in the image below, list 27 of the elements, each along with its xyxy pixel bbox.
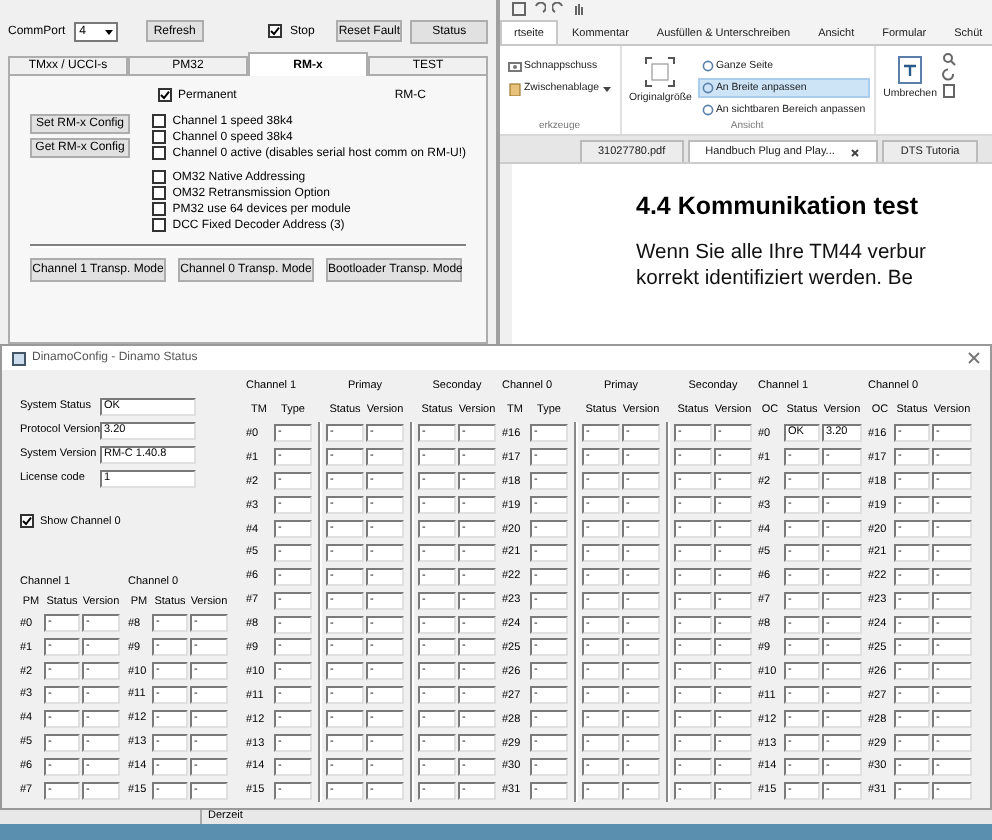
checkbox[interactable] [152, 170, 167, 184]
caret-icon [601, 83, 611, 93]
checkbox[interactable] [152, 146, 167, 160]
close-icon [968, 352, 980, 364]
rotate-icon [942, 68, 957, 82]
clipboard-icon [508, 81, 522, 95]
checkbox[interactable] [20, 514, 34, 528]
body-text: Wenn Sie alle Ihre TM44 verbur [636, 240, 928, 266]
camera-icon [508, 60, 522, 72]
checkbox[interactable] [152, 114, 167, 128]
text-page-icon [898, 56, 923, 84]
checkbox[interactable] [267, 24, 282, 38]
window-icon [512, 2, 526, 16]
checkbox[interactable] [158, 88, 172, 102]
body-text: korrekt identifiziert werden. Be [636, 266, 915, 292]
undo-icon [532, 2, 546, 16]
close-icon [850, 147, 861, 157]
checkbox[interactable] [152, 218, 167, 232]
zoom-icon [942, 52, 957, 66]
checkbox[interactable] [152, 130, 167, 144]
redo-icon [552, 2, 566, 16]
checkbox[interactable] [152, 202, 167, 216]
section-heading: 4.4 Kommunikation test [636, 192, 920, 220]
app-icon [12, 351, 26, 365]
page-icon [942, 84, 957, 98]
checkbox[interactable] [152, 186, 167, 200]
frame-icon [644, 56, 677, 88]
